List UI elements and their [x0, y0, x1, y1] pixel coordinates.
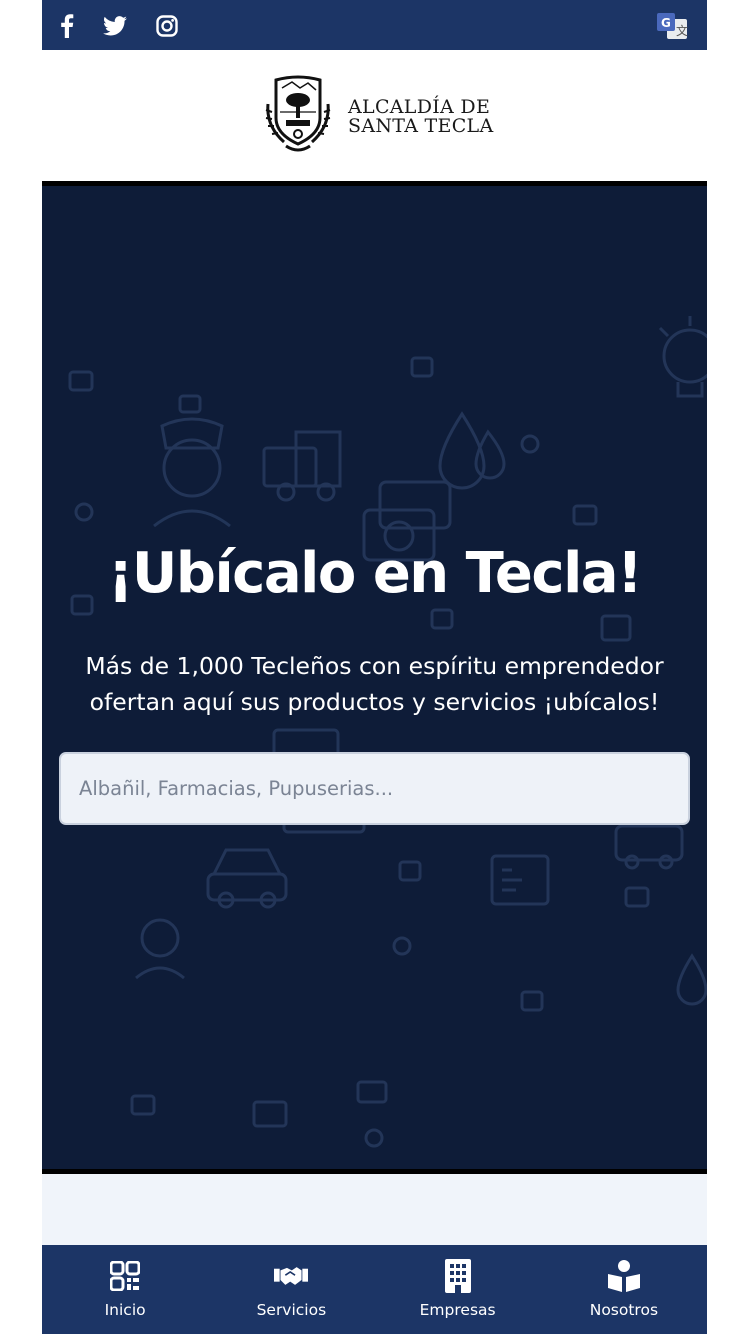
facebook-icon[interactable]: [54, 13, 80, 39]
car-icon: [614, 824, 684, 870]
nav-item-servicios[interactable]: Servicios: [208, 1245, 374, 1334]
translate-letter: G: [661, 16, 671, 30]
svg-text:文: 文: [676, 23, 688, 38]
fuel-drop-icon: [676, 953, 707, 1006]
instagram-icon[interactable]: [154, 13, 180, 39]
truck-icon: [262, 430, 342, 502]
google-translate-icon[interactable]: 文 G: [657, 13, 689, 41]
nav-label-inicio: Inicio: [104, 1301, 146, 1319]
search-input[interactable]: [59, 752, 690, 825]
handshake-icon: [274, 1259, 309, 1293]
hero-section: ¡Ubícalo en Tecla! Más de 1,000 Tecleños…: [42, 181, 707, 1174]
top-bar: 文 G: [42, 0, 707, 50]
bottom-nav: Inicio Servicios Empresas Nosotros: [42, 1245, 707, 1334]
nav-item-empresas[interactable]: Empresas: [375, 1245, 541, 1334]
reader-icon: [607, 1259, 641, 1293]
water-drop-icon: [438, 411, 506, 490]
nav-item-inicio[interactable]: Inicio: [42, 1245, 208, 1334]
logo-line-2: SANTA TECLA: [348, 115, 494, 137]
monitor-code-icon: [490, 854, 550, 906]
logo-header: ALCALDÍA DE SANTA TECLA: [42, 50, 707, 181]
lightbulb-icon: [658, 316, 707, 398]
santa-tecla-emblem-icon[interactable]: [264, 74, 332, 154]
hero-title: ¡Ubícalo en Tecla!: [107, 541, 643, 606]
nav-item-nosotros[interactable]: Nosotros: [541, 1245, 707, 1334]
taxi-icon: [206, 848, 288, 909]
nav-label-empresas: Empresas: [419, 1301, 496, 1319]
app-frame: 文 G ALCALDÍA DE SANTA TECLA ¡Ubícalo en …: [42, 0, 707, 1334]
building-icon: [441, 1259, 475, 1293]
qr-code-icon: [108, 1259, 142, 1293]
nav-label-nosotros: Nosotros: [589, 1301, 659, 1319]
logo-text: ALCALDÍA DE SANTA TECLA: [348, 98, 493, 136]
nurse-icon: [153, 417, 231, 528]
nurse-small-icon: [135, 918, 185, 980]
hero-subtitle: Más de 1,000 Tecleños con espíritu empre…: [85, 652, 664, 716]
content-spacer: [42, 1174, 707, 1245]
nav-label-servicios: Servicios: [256, 1301, 327, 1319]
twitter-icon[interactable]: [102, 13, 128, 39]
